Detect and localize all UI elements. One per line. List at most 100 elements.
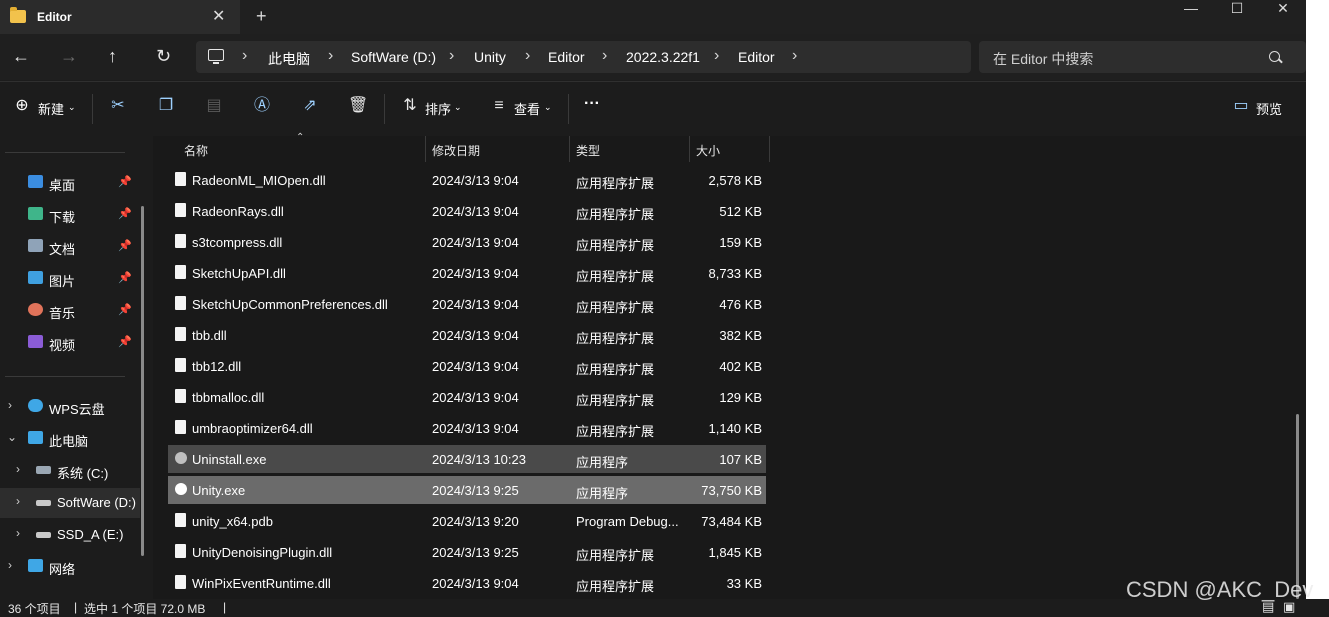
chevron-right-icon[interactable]: › (525, 47, 530, 65)
chevron-right-icon[interactable]: › (449, 47, 454, 65)
sidebar-item-wps-cloud[interactable]: › WPS云盘 (0, 392, 140, 422)
file-row[interactable]: SketchUpAPI.dll 2024/3/13 9:04 应用程序扩展 8,… (168, 259, 766, 287)
back-arrow-icon[interactable]: ← (12, 46, 30, 67)
chevron-right-icon[interactable]: › (602, 47, 607, 65)
tab-close-icon[interactable]: ✕ (212, 6, 225, 26)
chevron-down-icon[interactable]: ⌄ (7, 430, 17, 444)
breadcrumb-editor-current[interactable]: Editor (738, 49, 775, 65)
file-row[interactable]: RadeonRays.dll 2024/3/13 9:04 应用程序扩展 512… (168, 197, 766, 225)
sort-icon[interactable]: ⇅ (400, 96, 420, 116)
up-arrow-icon[interactable]: ↑ (108, 46, 117, 67)
cloud-icon (28, 399, 43, 412)
chevron-down-icon[interactable]: ⌄ (454, 102, 462, 113)
chevron-right-icon[interactable]: › (8, 398, 12, 412)
rename-icon[interactable]: Ⓐ (252, 96, 272, 116)
column-divider[interactable] (425, 136, 426, 162)
column-divider[interactable] (569, 136, 570, 162)
file-row[interactable]: tbbmalloc.dll 2024/3/13 9:04 应用程序扩展 129 … (168, 383, 766, 411)
file-row[interactable]: umbraoptimizer64.dll 2024/3/13 9:04 应用程序… (168, 414, 766, 442)
minimize-button[interactable]: — (1168, 0, 1214, 16)
delete-icon[interactable]: 🗑 (348, 96, 368, 116)
view-button[interactable]: 查看 (514, 99, 540, 118)
chevron-right-icon[interactable]: › (16, 494, 20, 508)
sidebar-item-desktop[interactable]: 桌面 📌 (0, 168, 140, 198)
breadcrumb-this-pc[interactable]: 此电脑 (268, 49, 310, 69)
sidebar-item-drive-c[interactable]: › 系统 (C:) (0, 456, 140, 486)
sidebar-item-drive-e[interactable]: › SSD_A (E:) (0, 520, 140, 550)
sidebar-item-pictures[interactable]: 图片 📌 (0, 264, 140, 294)
dll-file-icon (175, 358, 186, 372)
new-button[interactable]: 新建 (38, 99, 64, 118)
maximize-button[interactable]: ☐ (1214, 0, 1260, 16)
tab-editor[interactable]: Editor ✕ (0, 0, 240, 34)
dll-file-icon (175, 203, 186, 217)
address-row: ← → ↑ ↻ › 此电脑 › SoftWare (D:) › Unity › … (0, 34, 1306, 80)
column-name[interactable]: 名称 (184, 142, 208, 159)
sidebar-item-music[interactable]: 音乐 📌 (0, 296, 140, 326)
sidebar-item-drive-d[interactable]: › SoftWare (D:) (0, 488, 140, 518)
breadcrumb-version[interactable]: 2022.3.22f1 (626, 49, 700, 65)
file-row[interactable]: RadeonML_MIOpen.dll 2024/3/13 9:04 应用程序扩… (168, 166, 766, 194)
file-row-selected[interactable]: Unity.exe 2024/3/13 9:25 应用程序 73,750 KB (168, 476, 766, 504)
more-options-button[interactable]: ··· (584, 95, 600, 113)
column-type[interactable]: 类型 (576, 142, 600, 159)
column-divider[interactable] (769, 136, 770, 162)
chevron-right-icon[interactable]: › (792, 47, 797, 65)
sidebar-item-network[interactable]: › 网络 (0, 552, 140, 582)
file-name: RadeonRays.dll (192, 204, 284, 219)
file-row[interactable]: s3tcompress.dll 2024/3/13 9:04 应用程序扩展 15… (168, 228, 766, 256)
breadcrumb-editor[interactable]: Editor (548, 49, 585, 65)
file-date: 2024/3/13 9:25 (432, 483, 519, 498)
search-icon[interactable] (1269, 51, 1280, 62)
chevron-right-icon[interactable]: › (8, 558, 12, 572)
file-row[interactable]: SketchUpCommonPreferences.dll 2024/3/13 … (168, 290, 766, 318)
breadcrumb-software-d[interactable]: SoftWare (D:) (351, 49, 436, 65)
file-row[interactable]: tbb.dll 2024/3/13 9:04 应用程序扩展 382 KB (168, 321, 766, 349)
computer-icon (208, 49, 224, 64)
chevron-right-icon[interactable]: › (16, 462, 20, 476)
file-row[interactable]: tbb12.dll 2024/3/13 9:04 应用程序扩展 402 KB (168, 352, 766, 380)
column-divider[interactable] (689, 136, 690, 162)
chevron-down-icon[interactable]: ⌄ (544, 102, 552, 113)
dll-file-icon (175, 172, 186, 186)
new-tab-button[interactable]: + (256, 6, 267, 27)
status-separator: | (223, 600, 227, 614)
preview-pane-icon[interactable]: ▭ (1231, 96, 1251, 116)
plus-circle-icon[interactable]: ⊕ (12, 96, 32, 116)
file-row[interactable]: WinPixEventRuntime.dll 2024/3/13 9:04 应用… (168, 569, 766, 597)
file-row[interactable]: unity_x64.pdb 2024/3/13 9:20 Program Deb… (168, 507, 766, 535)
view-icon[interactable]: ≡ (489, 96, 509, 116)
file-date: 2024/3/13 10:23 (432, 452, 526, 467)
search-input[interactable]: 在 Editor 中搜索 (979, 41, 1306, 73)
column-date[interactable]: 修改日期 (432, 142, 480, 159)
paste-icon[interactable]: ▤ (204, 96, 224, 116)
address-bar[interactable]: › 此电脑 › SoftWare (D:) › Unity › Editor ›… (196, 41, 971, 73)
cut-icon[interactable]: ✂ (108, 96, 128, 116)
sort-button[interactable]: 排序 (425, 99, 451, 118)
sidebar-item-downloads[interactable]: 下载 📌 (0, 200, 140, 230)
chevron-right-icon[interactable]: › (242, 47, 247, 65)
file-row[interactable]: Uninstall.exe 2024/3/13 10:23 应用程序 107 K… (168, 445, 766, 473)
file-size: 382 KB (719, 328, 762, 343)
chevron-right-icon[interactable]: › (328, 47, 333, 65)
file-name: SketchUpCommonPreferences.dll (192, 297, 388, 312)
breadcrumb-unity[interactable]: Unity (474, 49, 506, 65)
sidebar-item-videos[interactable]: 视频 📌 (0, 328, 140, 358)
file-list-scrollbar[interactable] (1296, 414, 1299, 599)
chevron-down-icon[interactable]: ⌄ (68, 102, 76, 113)
file-name: tbb12.dll (192, 359, 242, 374)
copy-icon[interactable]: ❐ (156, 96, 176, 116)
close-window-button[interactable]: ✕ (1260, 0, 1306, 16)
file-row[interactable]: UnityDenoisingPlugin.dll 2024/3/13 9:25 … (168, 538, 766, 566)
sidebar-scrollbar[interactable] (141, 206, 144, 556)
sidebar-item-documents[interactable]: 文档 📌 (0, 232, 140, 262)
forward-arrow-icon[interactable]: → (60, 46, 78, 67)
sidebar-item-this-pc[interactable]: ⌄ 此电脑 (0, 424, 140, 454)
share-icon[interactable]: ⇗ (300, 96, 320, 116)
column-size[interactable]: 大小 (696, 142, 720, 159)
chevron-right-icon[interactable]: › (714, 47, 719, 65)
chevron-right-icon[interactable]: › (16, 526, 20, 540)
uninstall-exe-icon (175, 452, 187, 464)
refresh-icon[interactable]: ↻ (156, 46, 171, 67)
preview-button[interactable]: 预览 (1256, 99, 1282, 118)
